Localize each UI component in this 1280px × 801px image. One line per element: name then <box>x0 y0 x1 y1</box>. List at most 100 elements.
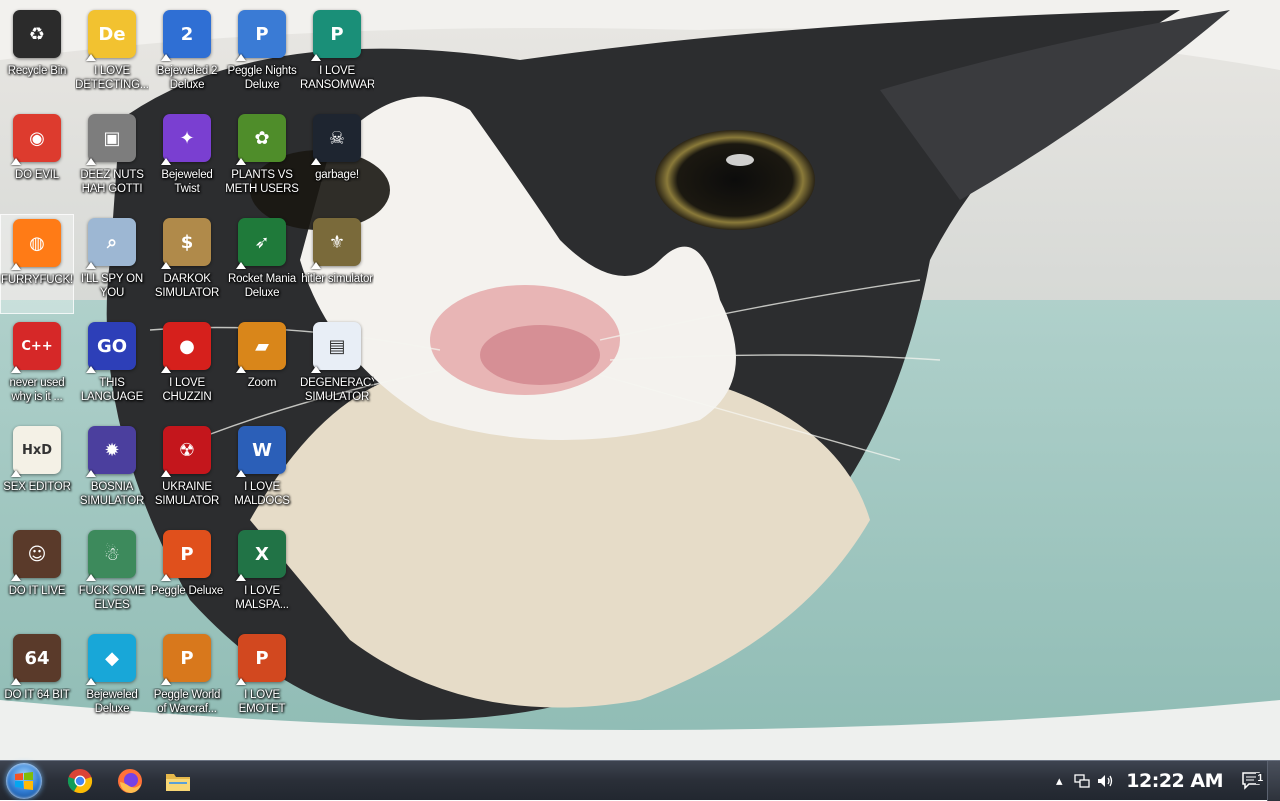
shortcut-arrow-icon <box>11 574 21 581</box>
desktop-icon-label: garbage! <box>315 169 359 181</box>
desktop-icon-label: Bejeweled Twist <box>161 169 213 195</box>
shortcut-arrow-icon <box>161 158 171 165</box>
shortcut-arrow-icon <box>236 54 246 61</box>
shortcut-arrow-icon <box>236 574 246 581</box>
shortcut-arrow-icon <box>236 678 246 685</box>
desktop-icon[interactable]: P Peggle Nights Deluxe <box>225 6 299 106</box>
windows-stack-icon: ▣ <box>86 114 136 165</box>
desktop-icon[interactable]: 64 DO IT 64 BIT <box>0 630 74 730</box>
word-icon: W <box>236 426 286 477</box>
desktop-icon[interactable]: HxD SEX EDITOR <box>0 422 74 522</box>
bejeweled2-icon: 2 <box>161 10 211 61</box>
show-desktop-button[interactable] <box>1267 761 1280 801</box>
desktop-icon[interactable]: X I LOVE MALSPA... <box>225 526 299 626</box>
firefox-icon <box>118 769 142 793</box>
app-window-icon: ▤ <box>311 322 361 373</box>
network-icon[interactable] <box>1070 774 1094 788</box>
desktop-icon[interactable]: ◍ FURRYFUCK! <box>0 214 74 314</box>
shortcut-arrow-icon <box>11 366 21 373</box>
start-button[interactable] <box>6 763 42 799</box>
recycle-bin-icon: ♻ <box>13 10 61 58</box>
action-center-button[interactable]: 1 <box>1237 772 1267 790</box>
shortcut-arrow-icon <box>236 158 246 165</box>
goland-icon: GO <box>86 322 136 373</box>
shortcut-arrow-icon <box>161 678 171 685</box>
zuma-icon: ▰ <box>236 322 286 373</box>
desktop-icon-label: DARKOK SIMULATOR <box>154 273 220 299</box>
desktop-icon[interactable]: ⌕ I'LL SPY ON YOU <box>75 214 149 314</box>
desktop-icon-label: Peggle Deluxe <box>150 585 224 597</box>
clock[interactable]: 12:22 AM <box>1118 770 1237 792</box>
desktop-icon[interactable]: 2 Bejeweled 2 Deluxe <box>150 6 224 106</box>
desktop-icon[interactable]: ➶ Rocket Mania Deluxe <box>225 214 299 314</box>
peggle-nights-icon: P <box>236 10 286 61</box>
desktop-icon[interactable]: ⚜ hitler simulator <box>300 214 374 314</box>
shortcut-arrow-icon <box>86 366 96 373</box>
publisher-icon: P <box>311 10 361 61</box>
desktop-icon-label: Bejeweled Deluxe <box>86 689 138 715</box>
desktop-icon[interactable]: P I LOVE EMOTET <box>225 630 299 730</box>
desktop-icon[interactable]: De I LOVE DETECTING... <box>75 6 149 106</box>
desktop-icon[interactable]: $ DARKOK SIMULATOR <box>150 214 224 314</box>
elf-game-icon: ☃ <box>86 530 136 581</box>
windows-logo-icon <box>15 772 33 790</box>
desktop-icon[interactable]: C++ never used why is it ... <box>0 318 74 418</box>
diamond-icon: ◆ <box>86 634 136 685</box>
firefox-icon: ◍ <box>11 219 61 270</box>
desktop-icon-label: I LOVE EMOTET <box>238 689 286 715</box>
shortcut-arrow-icon <box>86 158 96 165</box>
desktop-icon-label: never used why is it ... <box>9 377 65 403</box>
desktop-icon-label: I LOVE CHUZZIN <box>162 377 212 403</box>
desktop-icon-label: Bejeweled 2 Deluxe <box>156 65 218 91</box>
desktop-icon[interactable]: ◉ DO EVIL <box>0 110 74 210</box>
shortcut-arrow-icon <box>311 158 321 165</box>
coin-icon: ⚜ <box>311 218 361 269</box>
chevron-up-icon[interactable]: ▴ <box>1048 773 1070 789</box>
system-tray: ▴ 12:22 AM 1 <box>1048 761 1280 801</box>
desktop-icon[interactable]: ✦ Bejeweled Twist <box>150 110 224 210</box>
desktop-icon[interactable]: ✹ BOSNIA SIMULATOR <box>75 422 149 522</box>
desktop-icon[interactable]: ▣ DEEZ NUTS HAH GOTTI <box>75 110 149 210</box>
desktop-icon[interactable]: GO THIS LANGUAGE ... <box>75 318 149 418</box>
shortcut-arrow-icon <box>161 470 171 477</box>
volume-icon[interactable] <box>1094 774 1118 788</box>
shortcut-arrow-icon <box>161 262 171 269</box>
chrome-icon: ◉ <box>11 114 61 165</box>
spy-monitor-icon: ⌕ <box>86 218 136 269</box>
taskbar: ▴ 12:22 AM 1 <box>0 760 1280 801</box>
taskbar-explorer-button[interactable] <box>158 765 198 797</box>
desktop-icon[interactable]: ◆ Bejeweled Deluxe <box>75 630 149 730</box>
desktop-icon-label: DEEZ NUTS HAH GOTTI <box>80 169 144 195</box>
desktop-icon[interactable]: ● I LOVE CHUZZIN <box>150 318 224 418</box>
desktop-icon[interactable]: ☢ UKRAINE SIMULATOR <box>150 422 224 522</box>
desktop-icon[interactable]: P Peggle World of Warcraf... <box>150 630 224 730</box>
shortcut-arrow-icon <box>86 54 96 61</box>
desktop-icon[interactable]: ☠ garbage! <box>300 110 374 210</box>
desktop-icon[interactable]: ☃ FUCK SOME ELVES <box>75 526 149 626</box>
desktop-icon[interactable]: ♻ Recycle Bin <box>0 6 74 106</box>
taskbar-chrome-button[interactable] <box>60 765 100 797</box>
desktop-icon[interactable]: W I LOVE MALDOCS <box>225 422 299 522</box>
desktop-icon[interactable]: P Peggle Deluxe <box>150 526 224 626</box>
mine-icon: ✹ <box>86 426 136 477</box>
desktop-icon[interactable]: ▰ Zoom <box>225 318 299 418</box>
desktop-icon[interactable]: ▤ DEGENERACY SIMULATOR <box>300 318 374 418</box>
shortcut-arrow-icon <box>236 262 246 269</box>
taskbar-firefox-button[interactable] <box>110 765 150 797</box>
desktop-icon[interactable]: P I LOVE RANSOMWARE <box>300 6 374 106</box>
shortcut-arrow-icon <box>11 263 21 270</box>
money-bag-icon: $ <box>161 218 211 269</box>
shortcut-arrow-icon <box>86 678 96 685</box>
powerpoint-icon: P <box>236 634 286 685</box>
desktop-icon-label: PLANTS VS METH USERS <box>225 169 299 195</box>
desktop-icon-label: I LOVE DETECTING... <box>75 65 149 91</box>
desktop-icon-label: UKRAINE SIMULATOR <box>154 481 220 507</box>
shortcut-arrow-icon <box>311 54 321 61</box>
peggle-icon: P <box>161 530 211 581</box>
desktop-icon[interactable]: ☺ DO IT LIVE <box>0 526 74 626</box>
desktop-icon[interactable]: ✿ PLANTS VS METH USERS <box>225 110 299 210</box>
shortcut-arrow-icon <box>161 54 171 61</box>
desktop-icon-label: THIS LANGUAGE ... <box>80 377 144 403</box>
shortcut-arrow-icon <box>11 158 21 165</box>
desktop-icon-label: I LOVE MALSPA... <box>235 585 289 611</box>
